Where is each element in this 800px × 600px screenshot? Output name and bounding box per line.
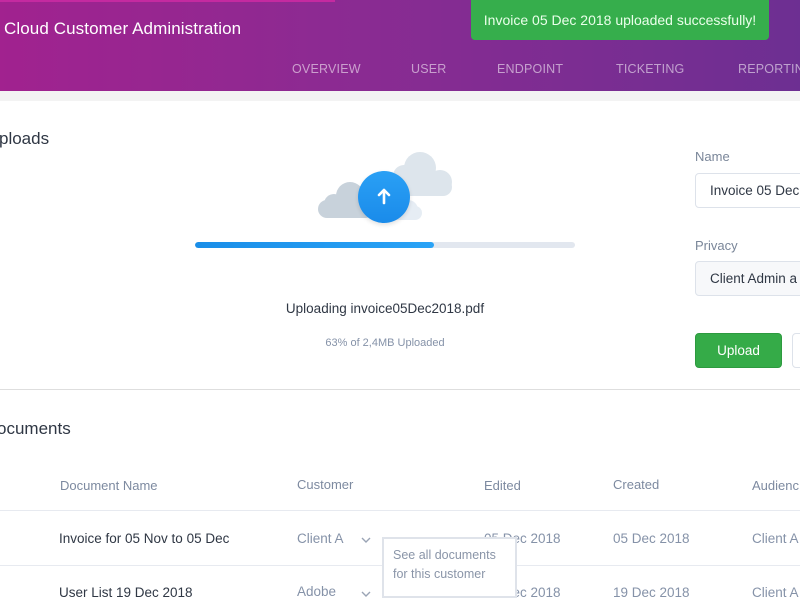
doc-created: 19 Dec 2018 [613, 585, 690, 600]
nav-overview[interactable]: OVERVIEW [292, 62, 361, 76]
name-label: Name [695, 149, 730, 164]
nav-user[interactable]: USER [411, 62, 447, 76]
uploads-title: ploads [0, 129, 50, 148]
cancel-button[interactable] [792, 333, 800, 368]
col-customer[interactable]: Customer [297, 477, 353, 492]
header-accent-line [0, 0, 335, 2]
customer-tooltip: See all documents for this customer [382, 537, 517, 598]
nav-reporting[interactable]: REPORTIN [738, 62, 800, 76]
doc-created: 05 Dec 2018 [613, 531, 690, 546]
app-title: Cloud Customer Administration [4, 19, 242, 38]
nav-endpoint[interactable]: ENDPOINT [497, 62, 563, 76]
name-input[interactable]: Invoice 05 Dec [695, 173, 800, 208]
doc-name[interactable]: User List 19 Dec 2018 [59, 585, 193, 600]
col-document-name[interactable]: Document Name [60, 478, 158, 493]
upload-progress-bar [195, 242, 575, 248]
col-audience[interactable]: Audienc [752, 478, 799, 493]
privacy-select[interactable]: Client Admin a [695, 261, 800, 296]
upload-button-circle[interactable] [358, 171, 410, 223]
upload-filename: Uploading invoice05Dec2018.pdf [285, 301, 485, 316]
success-toast: Invoice 05 Dec 2018 uploaded successfull… [471, 0, 769, 40]
chevron-down-icon[interactable] [360, 588, 372, 600]
chevron-down-icon[interactable] [360, 534, 372, 546]
col-edited[interactable]: Edited [484, 478, 521, 493]
col-created[interactable]: Created [613, 477, 659, 492]
upload-progress-fill [195, 242, 435, 248]
tooltip-line-1: See all documents [393, 548, 496, 562]
main-nav: OVERVIEW USER ENDPOINT TICKETING REPORTI… [0, 62, 800, 78]
upload-button[interactable]: Upload [695, 333, 782, 368]
documents-title: ocuments [0, 419, 71, 438]
header-row-divider [0, 510, 800, 511]
privacy-label: Privacy [695, 238, 738, 253]
doc-customer[interactable]: Client A [297, 531, 344, 546]
arrow-up-icon [377, 188, 391, 205]
doc-customer[interactable]: Adobe [297, 584, 336, 599]
upload-status: 63% of 2,4MB Uploaded [325, 337, 445, 349]
subheader-bar [0, 91, 800, 101]
doc-audience: Client A [752, 585, 799, 600]
doc-audience: Client A [752, 531, 799, 546]
doc-name[interactable]: Invoice for 05 Nov to 05 Dec [59, 531, 229, 546]
tooltip-line-2: for this customer [393, 567, 486, 581]
section-divider [0, 389, 800, 390]
nav-ticketing[interactable]: TICKETING [616, 62, 684, 76]
